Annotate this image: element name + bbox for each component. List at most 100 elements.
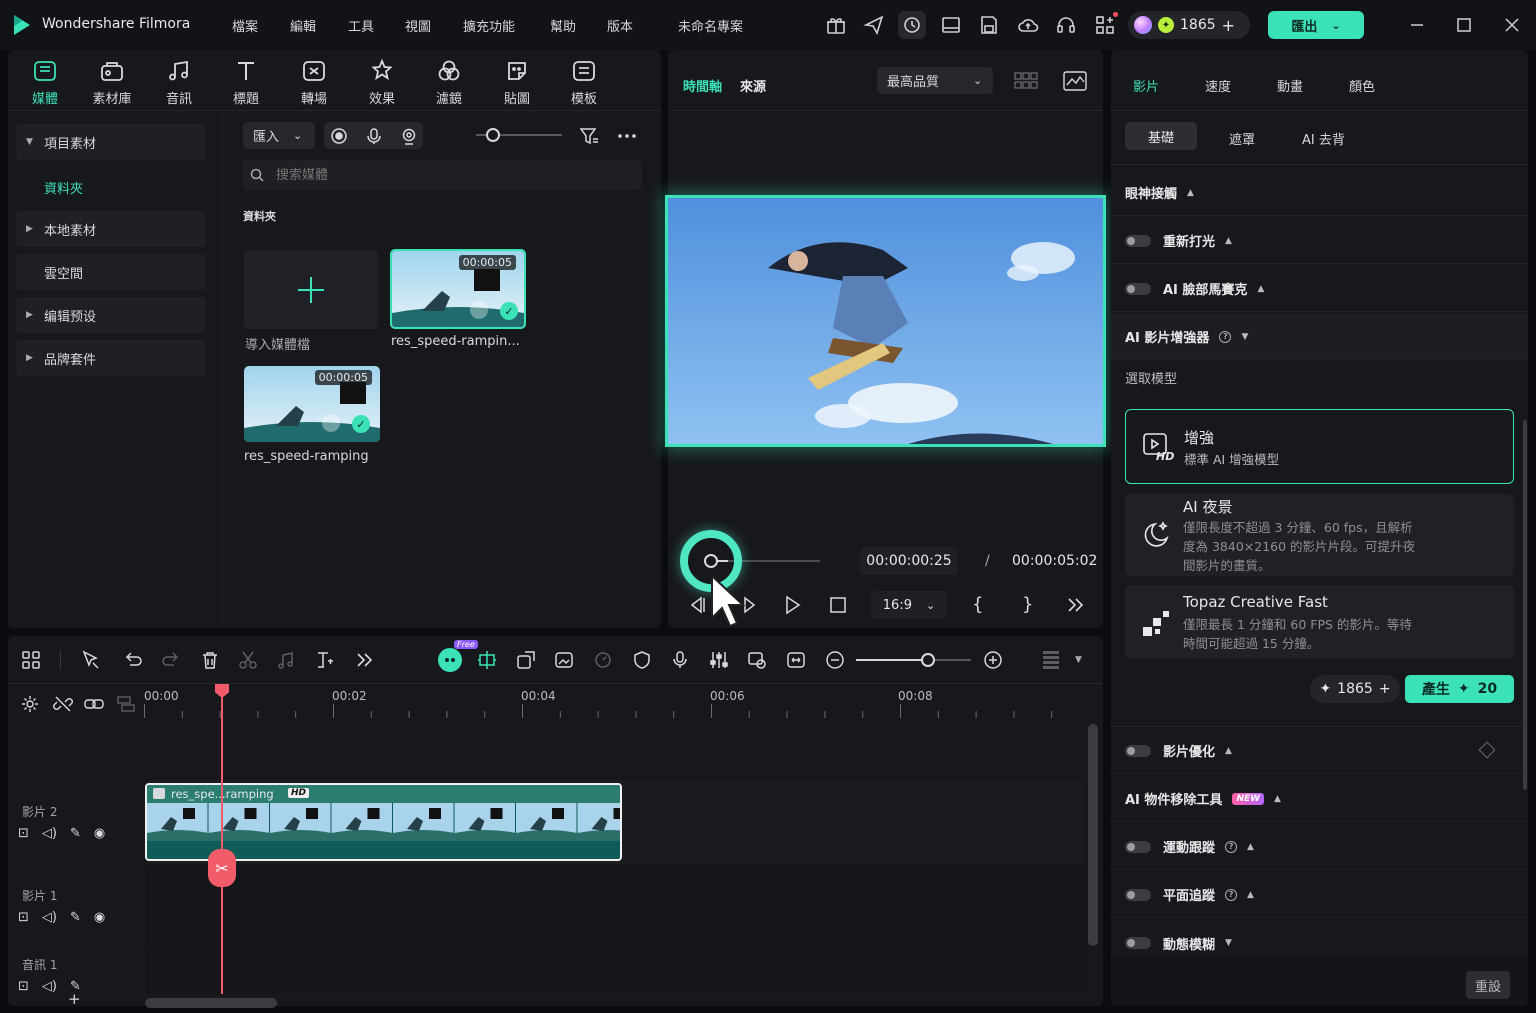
- menu-edit[interactable]: 編輯: [290, 16, 316, 35]
- tab-stickers[interactable]: 貼圖: [487, 58, 547, 108]
- quality-dropdown[interactable]: 最高品質 ⌄: [877, 67, 993, 94]
- planar-track-toggle[interactable]: [1125, 888, 1151, 901]
- headset-icon[interactable]: [1055, 14, 1077, 36]
- split-at-playhead-icon[interactable]: ✂: [208, 849, 236, 887]
- timeline-horizontal-scrollbar[interactable]: [145, 998, 277, 1008]
- row-object-removal[interactable]: AI 物件移除工具 NEW ▲: [1111, 776, 1528, 822]
- subtab-basic[interactable]: 基礎: [1125, 122, 1197, 150]
- undo-icon[interactable]: [122, 649, 144, 671]
- recent-button[interactable]: [898, 11, 926, 39]
- maximize-icon[interactable]: [1453, 14, 1475, 36]
- zoom-out-icon[interactable]: [824, 649, 846, 671]
- aspect-ratio-dropdown[interactable]: 16:9 ⌄: [871, 591, 947, 619]
- subtab-mask[interactable]: 遮罩: [1229, 129, 1255, 148]
- menu-extensions[interactable]: 擴充功能: [463, 16, 515, 35]
- lock-icon[interactable]: ⊡: [18, 826, 29, 844]
- credits-badge[interactable]: ✦ 1865 +: [1128, 11, 1250, 39]
- send-icon[interactable]: [863, 14, 885, 36]
- sidebar-item-brand[interactable]: ▶ 品牌套件: [16, 340, 206, 376]
- sidebar-item-project[interactable]: ▼ 項目素材: [16, 124, 206, 160]
- timeline-settings-icon[interactable]: [20, 694, 40, 714]
- apps-icon[interactable]: [1094, 12, 1118, 36]
- menu-file[interactable]: 檔案: [232, 16, 258, 35]
- menu-view[interactable]: 視圖: [405, 16, 431, 35]
- tab-speed[interactable]: 速度: [1205, 76, 1231, 95]
- model-card-night[interactable]: AI 夜景 僅限長度不超過 3 分鐘、60 fps，且解析 度為 3840×21…: [1125, 494, 1514, 576]
- search-box[interactable]: [242, 160, 642, 190]
- tab-video[interactable]: 影片: [1133, 76, 1159, 95]
- mark-out-icon[interactable]: }: [1022, 594, 1038, 616]
- media-clip-2[interactable]: 00:00:05 ✓: [244, 366, 380, 442]
- tab-filters[interactable]: 濾鏡: [419, 58, 479, 108]
- waveform-monitor-icon[interactable]: [1063, 70, 1087, 92]
- eye-icon[interactable]: ◉: [94, 826, 105, 844]
- timeline-vertical-scrollbar[interactable]: [1088, 724, 1098, 946]
- menu-tools[interactable]: 工具: [348, 16, 374, 35]
- avatar[interactable]: [1134, 16, 1152, 34]
- tab-transitions[interactable]: 轉場: [284, 58, 344, 108]
- tab-templates[interactable]: 模板: [554, 58, 614, 108]
- sidebar-item-local[interactable]: ▶ 本地素材: [16, 211, 206, 247]
- row-relight[interactable]: 重新打光 ▲: [1111, 218, 1528, 264]
- hide-effect-icon[interactable]: ✎: [70, 910, 81, 928]
- ai-text-icon[interactable]: [315, 649, 337, 671]
- menu-version[interactable]: 版本: [607, 16, 633, 35]
- model-card-topaz[interactable]: Topaz Creative Fast 僅限最長 1 分鐘和 60 FPS 的影…: [1125, 585, 1514, 659]
- import-media-tile[interactable]: [244, 250, 378, 329]
- webcam-icon[interactable]: [400, 127, 418, 145]
- video-canvas[interactable]: [665, 195, 1106, 447]
- cloud-upload-icon[interactable]: [1017, 14, 1039, 36]
- mark-in-icon[interactable]: {: [972, 594, 988, 616]
- voiceover-icon[interactable]: [669, 649, 691, 671]
- fit-timeline-icon[interactable]: [785, 649, 807, 671]
- shield-icon[interactable]: [631, 649, 653, 671]
- link-icon[interactable]: [84, 694, 104, 714]
- caret-down-icon[interactable]: ▼: [1075, 655, 1082, 665]
- motion-blur-toggle[interactable]: [1125, 937, 1151, 949]
- row-planar-tracking[interactable]: 平面追蹤? ▲: [1111, 872, 1528, 918]
- help-icon[interactable]: ?: [1219, 330, 1232, 343]
- tab-animation[interactable]: 動畫: [1277, 76, 1303, 95]
- tab-color[interactable]: 顏色: [1349, 76, 1375, 95]
- lock-icon[interactable]: ⊡: [18, 910, 29, 928]
- row-eye-contact[interactable]: 眼神接觸 ▲: [1111, 170, 1528, 216]
- lock-icon[interactable]: ⊡: [18, 979, 29, 997]
- tab-stock[interactable]: 素材庫: [82, 58, 142, 108]
- sidebar-item-folder[interactable]: 資料夾: [44, 178, 83, 197]
- speaker-icon[interactable]: ◁): [42, 979, 57, 997]
- reset-button[interactable]: 重設: [1466, 971, 1510, 999]
- snap-icon[interactable]: [476, 649, 498, 671]
- media-clip-1[interactable]: 00:00:05 ✓: [390, 249, 526, 329]
- more-tools-icon[interactable]: [353, 649, 375, 671]
- track-height-icon[interactable]: [1040, 649, 1062, 671]
- subtab-ai-cutout[interactable]: AI 去背: [1302, 129, 1345, 148]
- zoom-in-icon[interactable]: [982, 649, 1004, 671]
- tab-source-preview[interactable]: 來源: [740, 76, 766, 95]
- row-motion-tracking[interactable]: 運動跟蹤? ▲: [1111, 824, 1528, 870]
- stop-icon[interactable]: [827, 594, 849, 616]
- ai-copilot-icon[interactable]: [438, 648, 462, 672]
- tab-media[interactable]: 媒體: [15, 58, 75, 108]
- delete-icon[interactable]: [199, 649, 221, 671]
- detach-icon[interactable]: [515, 649, 537, 671]
- model-card-enhance[interactable]: HD 增強 標準 AI 增強模型: [1125, 409, 1514, 484]
- tab-audio[interactable]: 音訊: [149, 58, 209, 108]
- sidebar-item-presets[interactable]: ▶ 编辑预设: [16, 297, 206, 333]
- play-icon[interactable]: [781, 594, 803, 616]
- save-icon[interactable]: [978, 14, 1000, 36]
- tab-timeline-preview[interactable]: 時間軸: [683, 76, 722, 95]
- hide-effect-icon[interactable]: ✎: [70, 826, 81, 844]
- record-screen-icon[interactable]: [330, 127, 348, 145]
- playback-handle[interactable]: [704, 554, 718, 568]
- filter-sort-icon[interactable]: [578, 125, 600, 147]
- timeline-ruler-ticks[interactable]: [144, 704, 1084, 720]
- select-tool-icon[interactable]: [80, 649, 102, 671]
- row-ai-enhancer[interactable]: AI 影片增強器? ▼: [1111, 314, 1528, 360]
- speaker-icon[interactable]: ◁): [42, 826, 57, 844]
- unlink-icon[interactable]: [53, 694, 73, 714]
- current-time[interactable]: 00:00:00:25: [860, 547, 958, 575]
- tab-effects[interactable]: 效果: [352, 58, 412, 108]
- audio-mixer-icon[interactable]: [708, 649, 730, 671]
- help-icon[interactable]: ?: [1225, 888, 1238, 901]
- tab-titles[interactable]: 標題: [216, 58, 276, 108]
